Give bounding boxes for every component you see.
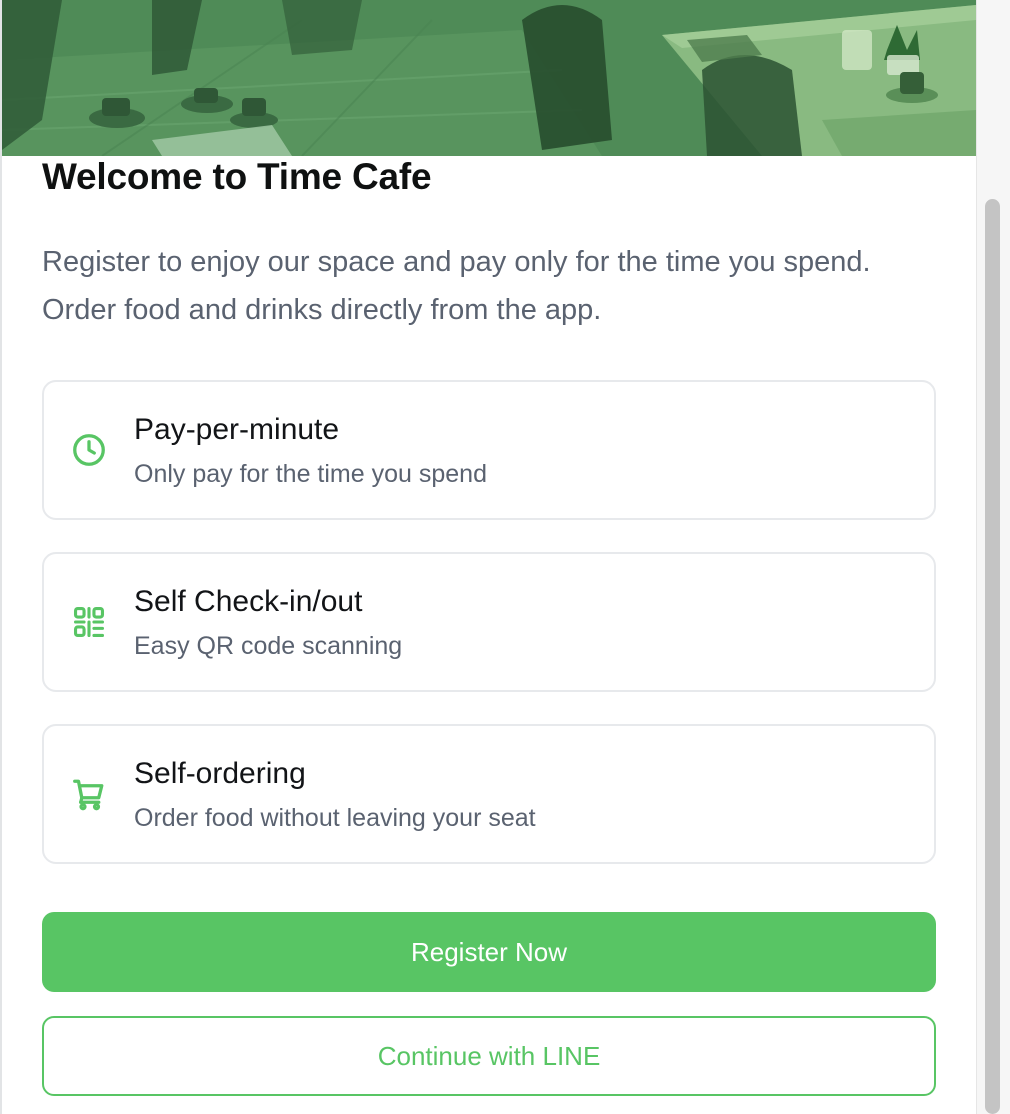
feature-card-self-check-in: Self Check-in/out Easy QR code scanning [42, 552, 936, 692]
continue-with-line-button[interactable]: Continue with LINE [42, 1016, 936, 1096]
scrollbar-thumb[interactable] [985, 199, 1000, 1114]
frame-edge [0, 0, 2, 1114]
feature-title: Pay-per-minute [134, 413, 340, 446]
page-title: Welcome to Time Cafe [42, 156, 432, 197]
feature-card-self-ordering: Self-ordering Order food without leaving… [42, 724, 936, 864]
feature-card-pay-per-minute: Pay-per-minute Only pay for the time you… [42, 380, 936, 520]
intro-text: Register to enjoy our space and pay only… [42, 246, 871, 326]
hero-image [2, 0, 976, 156]
feature-description: Order food without leaving your seat [134, 804, 536, 832]
qr-code-icon [70, 603, 108, 641]
register-now-button[interactable]: Register Now [42, 912, 936, 992]
feature-description: Easy QR code scanning [134, 632, 403, 660]
feature-title: Self-ordering [134, 757, 306, 790]
cafe-photo [2, 0, 976, 156]
feature-description: Only pay for the time you spend [134, 460, 487, 488]
cart-icon [70, 775, 108, 813]
clock-icon [70, 431, 108, 469]
feature-title: Self Check-in/out [134, 585, 363, 618]
app-viewport: Welcome to Time Cafe Register to enjoy o… [0, 0, 1010, 1114]
